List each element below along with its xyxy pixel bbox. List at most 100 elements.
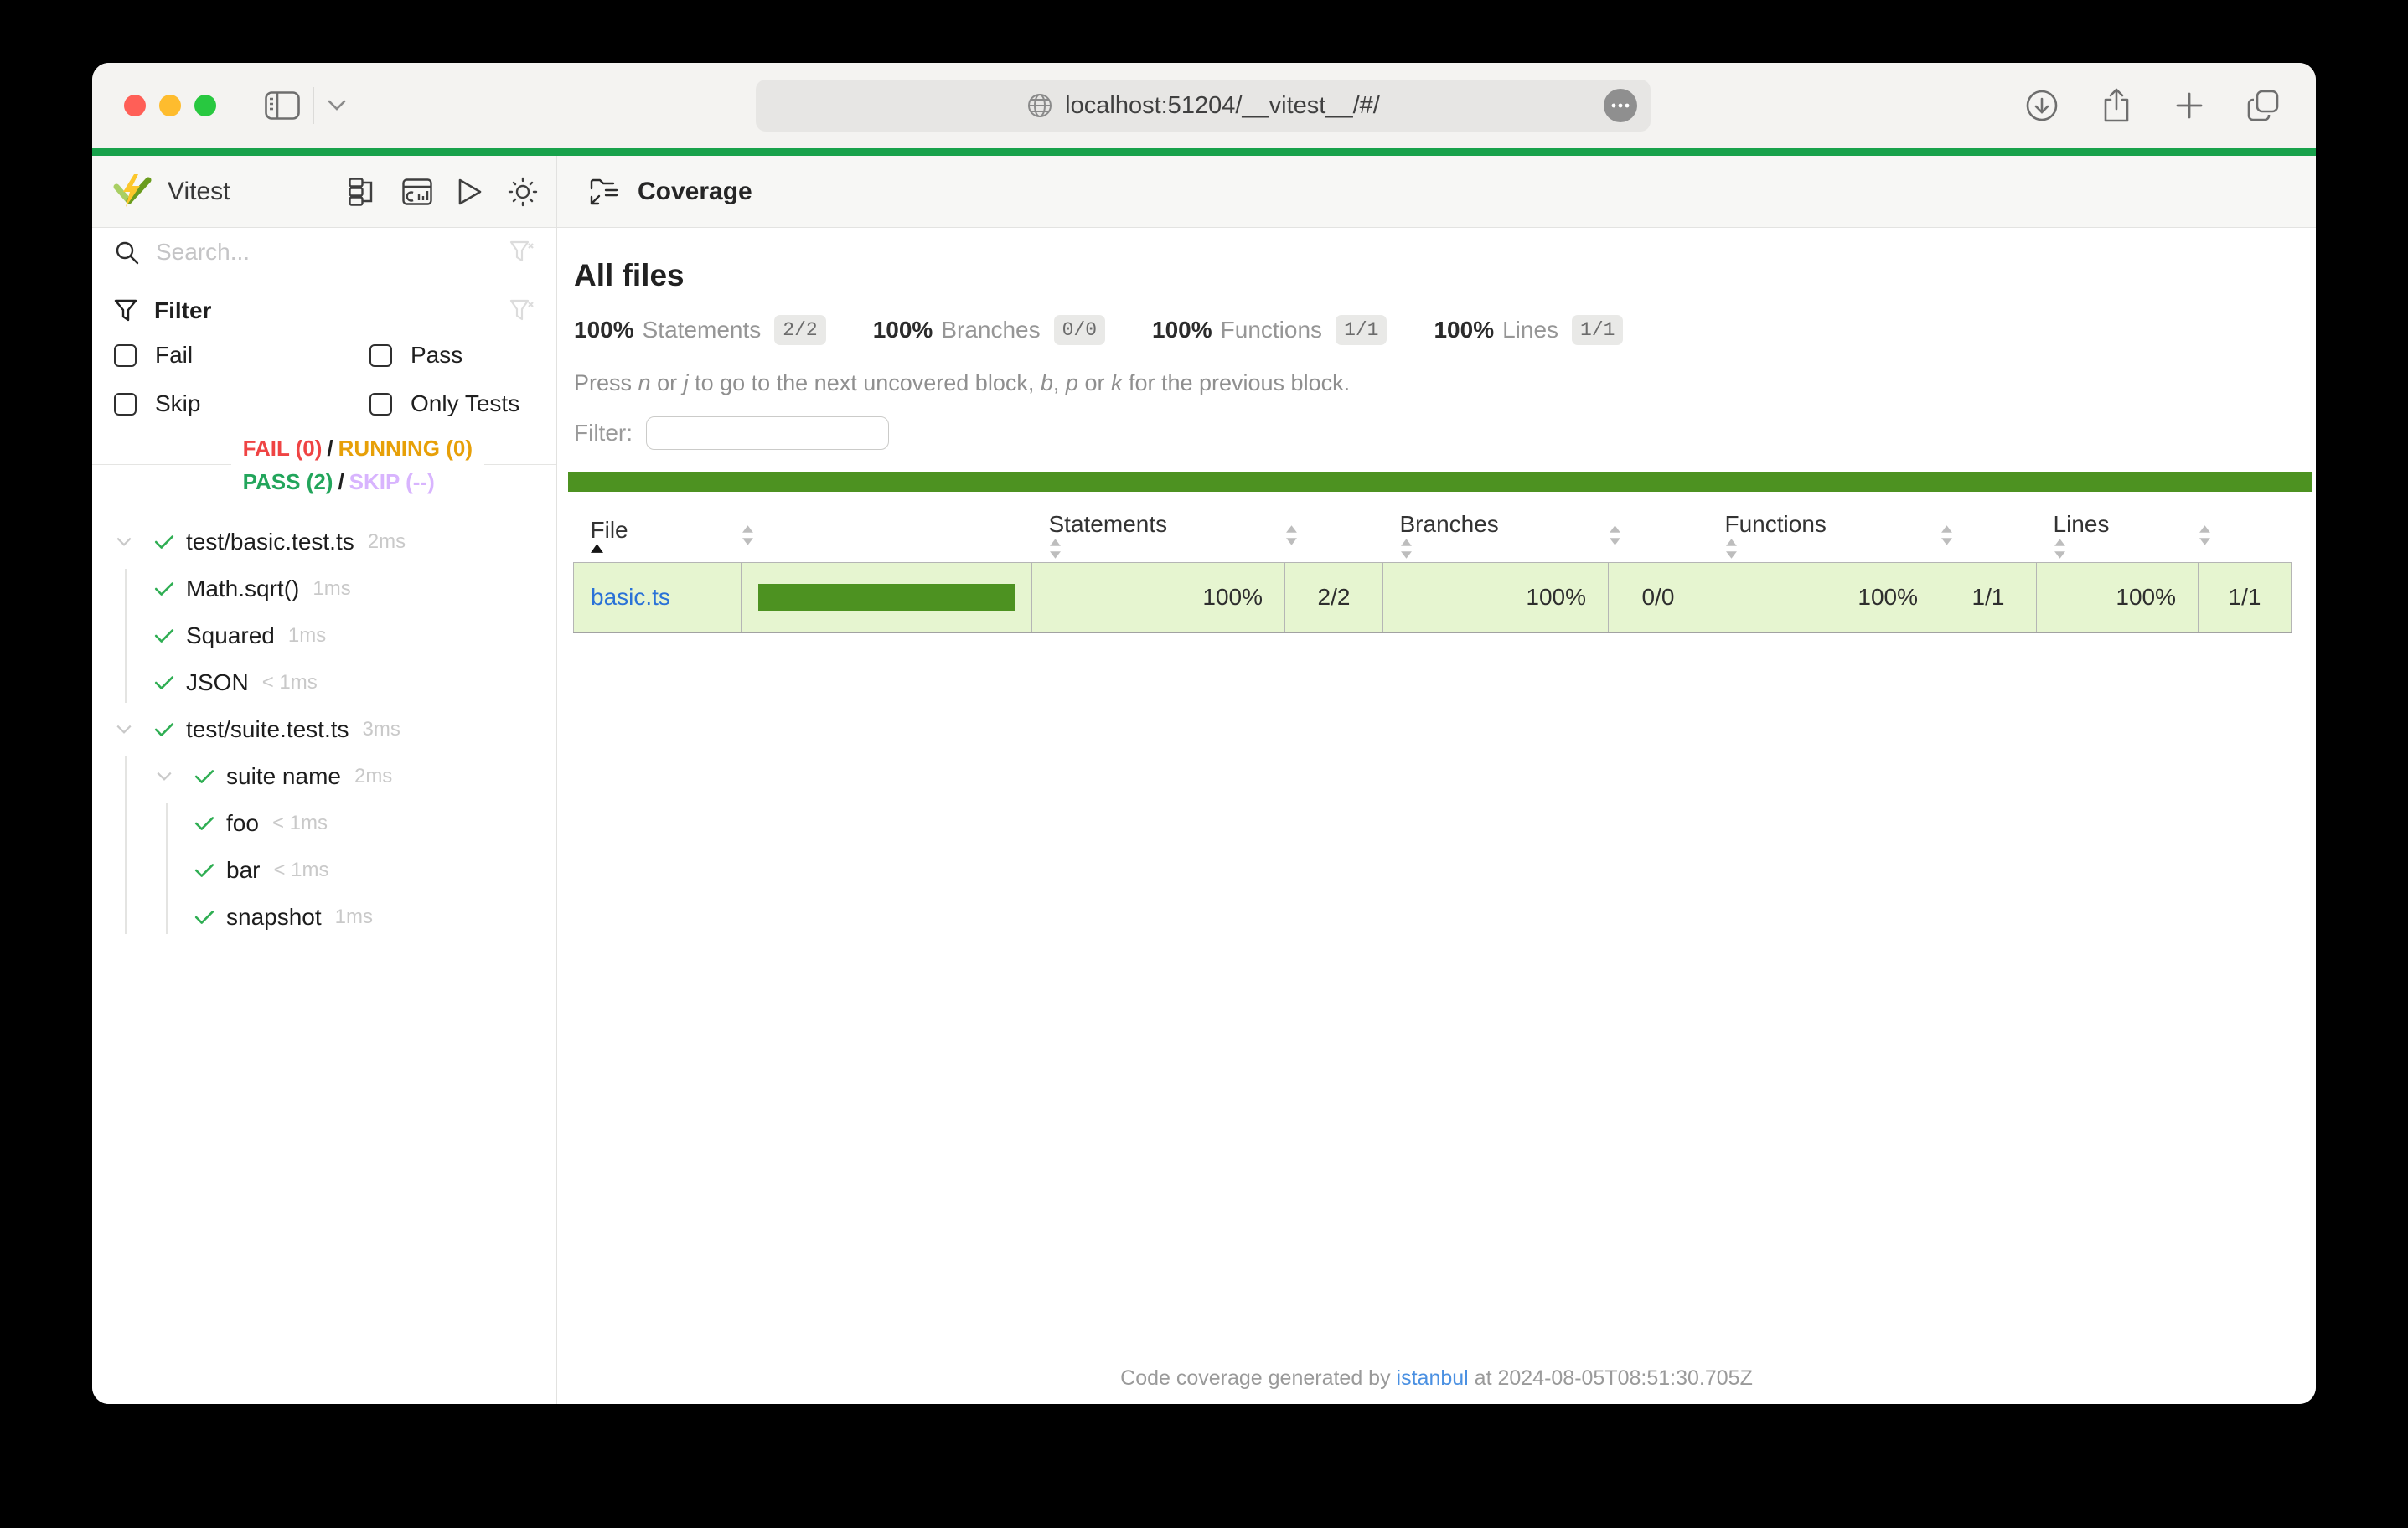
tab-overview-icon[interactable] (2245, 88, 2281, 123)
test-tree-item[interactable]: test/suite.test.ts 3ms (92, 706, 556, 753)
column-header-sorter[interactable] (1940, 508, 2037, 562)
column-header-statements[interactable]: Statements (1032, 508, 1285, 562)
column-header-sorter[interactable] (1285, 508, 1383, 562)
page-settings-button[interactable] (1604, 89, 1637, 122)
branches-pct-cell: 100% (1383, 562, 1609, 632)
stat-fraction-badge: 2/2 (774, 315, 825, 345)
column-label: Lines (2054, 511, 2110, 537)
running-count: RUNNING (0) (338, 436, 473, 461)
sidebar-header: Vitest (92, 156, 556, 228)
pass-count: PASS (2) (243, 469, 333, 494)
test-duration: 1ms (313, 577, 350, 601)
filter-option-skip[interactable]: Skip (114, 385, 369, 422)
coverage-report-icon[interactable] (402, 178, 432, 205)
checkbox[interactable] (114, 344, 137, 367)
chevron-down-icon[interactable] (328, 100, 346, 111)
page-title: All files (574, 258, 2316, 293)
column-header-sorter[interactable] (1609, 508, 1708, 562)
stat-label: Lines (1502, 317, 1558, 343)
expand-tree-icon[interactable] (349, 178, 377, 206)
stat-label: Statements (643, 317, 762, 343)
vitest-logo-icon (112, 173, 152, 210)
checkbox-label: Skip (155, 390, 200, 417)
test-tree-item[interactable]: JSON< 1ms (92, 659, 556, 706)
stat-functions: 100%Functions1/1 (1152, 315, 1387, 345)
clear-filter-icon[interactable] (509, 299, 535, 323)
new-tab-icon[interactable] (2173, 90, 2205, 121)
coverage-filter-label: Filter: (574, 420, 633, 447)
functions-pct-cell: 100% (1708, 562, 1940, 632)
pass-check-icon (154, 580, 186, 598)
stat-label: Branches (941, 317, 1040, 343)
search-input[interactable] (156, 239, 509, 266)
filter-option-pass[interactable]: Pass (369, 337, 535, 374)
filter-title: Filter (154, 297, 211, 324)
filter-option-fail[interactable]: Fail (114, 337, 369, 374)
test-tree-item[interactable]: bar< 1ms (92, 847, 556, 894)
table-row: basic.ts100%2/2100%0/0100%1/1100%1/1 (574, 562, 2292, 632)
globe-icon (1026, 92, 1053, 119)
coverage-report: All files 100%Statements2/2100%Branches0… (557, 228, 2316, 1404)
column-header-file[interactable]: File (574, 508, 742, 562)
stat-lines: 100%Lines1/1 (1434, 315, 1623, 345)
fail-count: FAIL (0) (243, 436, 323, 461)
pass-check-icon (194, 814, 226, 833)
test-tree-item[interactable]: snapshot1ms (92, 894, 556, 941)
stat-percent: 100% (574, 317, 634, 343)
address-bar[interactable]: localhost:51204/__vitest__/#/ (756, 80, 1651, 132)
chevron-down-icon[interactable] (116, 724, 154, 736)
test-tree-item[interactable]: Math.sqrt()1ms (92, 565, 556, 612)
run-all-tests-icon[interactable] (457, 178, 483, 205)
stat-statements: 100% Statements 2/2 (574, 315, 826, 345)
test-tree-item[interactable]: suite name2ms (92, 753, 556, 800)
share-icon[interactable] (2100, 87, 2133, 124)
test-name: foo (226, 810, 259, 837)
checkbox[interactable] (114, 393, 137, 416)
test-name: test/suite.test.ts (186, 716, 349, 743)
column-header-functions[interactable]: Functions (1708, 508, 1940, 562)
functions-frac-cell: 1/1 (1940, 562, 2037, 632)
coverage-bar-fill (758, 584, 1015, 611)
test-tree-item[interactable]: Squared1ms (92, 612, 556, 659)
checkbox-label: Only Tests (411, 390, 519, 417)
minimize-button[interactable] (159, 95, 181, 116)
close-button[interactable] (124, 95, 146, 116)
checkbox[interactable] (369, 393, 392, 416)
branches-frac-cell: 0/0 (1609, 562, 1708, 632)
column-header-branches[interactable]: Branches (1383, 508, 1609, 562)
stat-label: Functions (1221, 317, 1322, 343)
chevron-down-icon[interactable] (156, 771, 194, 782)
search-bar (92, 228, 556, 276)
test-name: test/basic.test.ts (186, 529, 354, 555)
test-name: suite name (226, 763, 341, 790)
file-link[interactable]: basic.ts (591, 584, 670, 610)
pass-check-icon (194, 908, 226, 927)
toolbar-divider (313, 87, 314, 124)
filter-option-only-tests[interactable]: Only Tests (369, 385, 535, 422)
test-name: bar (226, 857, 260, 884)
coverage-footer: Code coverage generated by istanbul at 2… (557, 1366, 2316, 1391)
coverage-panel: Coverage All files 100%Statements2/2100%… (557, 156, 2316, 1404)
istanbul-link[interactable]: istanbul (1397, 1366, 1469, 1390)
pass-check-icon (194, 767, 226, 786)
test-duration: < 1ms (272, 812, 328, 835)
coverage-filter-input[interactable] (646, 416, 889, 450)
traffic-lights (124, 95, 216, 116)
column-header-sorter[interactable] (2199, 508, 2292, 562)
overall-coverage-bar (568, 472, 2312, 492)
checkbox[interactable] (369, 344, 392, 367)
test-duration: 3ms (363, 718, 400, 741)
chevron-down-icon[interactable] (116, 536, 154, 548)
clear-search-filter-icon[interactable] (509, 240, 535, 264)
column-header-sorter[interactable] (742, 508, 1032, 562)
test-tree-item[interactable]: test/basic.test.ts2ms (92, 519, 556, 565)
stat-percent: 100% (873, 317, 933, 343)
theme-toggle-icon[interactable] (508, 177, 538, 207)
column-header-lines[interactable]: Lines (2037, 508, 2199, 562)
downloads-icon[interactable] (2024, 88, 2059, 123)
test-tree-item[interactable]: foo < 1ms (92, 800, 556, 847)
browser-window: localhost:51204/__vitest__/#/ (92, 63, 2316, 1404)
zoom-button[interactable] (194, 95, 216, 116)
stat-branches: 100%Branches0/0 (873, 315, 1105, 345)
sidebar-toggle-icon[interactable] (265, 91, 300, 120)
